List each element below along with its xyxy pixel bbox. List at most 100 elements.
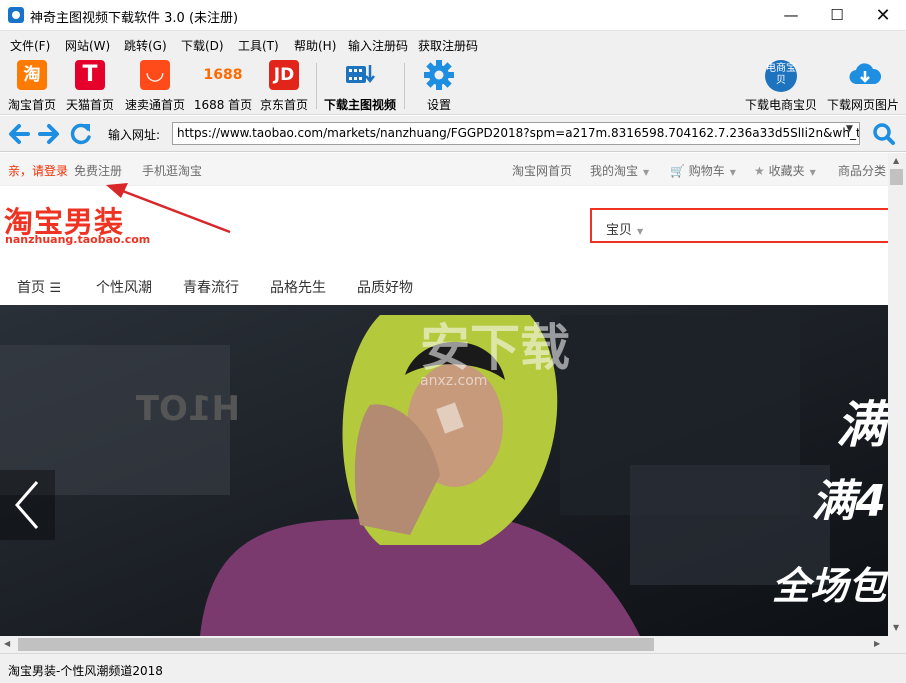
watermark-text: 安下载 bbox=[420, 319, 570, 377]
forward-arrow-icon[interactable] bbox=[36, 120, 62, 148]
download-ecom-label: 下载电商宝贝 bbox=[744, 98, 817, 112]
category-gentleman[interactable]: 品格先生 bbox=[270, 277, 326, 297]
chevron-down-icon: ▼ bbox=[809, 168, 816, 177]
watermark-url: anxz.com bbox=[420, 373, 487, 389]
chevron-down-icon: ▼ bbox=[729, 168, 736, 177]
scroll-up-icon[interactable]: ▲ bbox=[893, 156, 899, 165]
toolbar: 淘 淘宝首页 T 天猫首页 ◡ 速卖通首页 1688 1688 首页 JD 京东… bbox=[0, 57, 906, 115]
taobao-icon: 淘 bbox=[17, 60, 47, 90]
list-icon: ☰ bbox=[49, 281, 62, 296]
jd-home-label: 京东首页 bbox=[259, 98, 308, 112]
ecom-badge-icon: 电商宝贝 bbox=[765, 60, 797, 92]
category-home[interactable]: 首页 ☰ bbox=[17, 277, 61, 297]
menu-enter-code[interactable]: 输入注册码 bbox=[348, 37, 408, 54]
download-images-label: 下载网页图片 bbox=[826, 98, 899, 112]
back-arrow-icon[interactable] bbox=[6, 120, 32, 148]
refresh-icon[interactable] bbox=[68, 120, 94, 148]
login-link[interactable]: 亲，请登录 bbox=[8, 162, 68, 179]
star-icon: ★ bbox=[754, 164, 765, 178]
search-type-label: 宝贝 bbox=[606, 223, 633, 238]
tmall-home-label: 天猫首页 bbox=[65, 98, 114, 112]
menu-download[interactable]: 下载(D) bbox=[181, 37, 224, 54]
favorites-label: 收藏夹 bbox=[768, 164, 805, 178]
promo-line-1: 满 bbox=[836, 396, 886, 454]
banner-prev-button[interactable] bbox=[0, 470, 55, 540]
site-search-box[interactable]: 宝贝 ▼ bbox=[590, 208, 888, 243]
url-label: 输入网址: bbox=[108, 128, 161, 142]
chair-text: H1OT bbox=[135, 389, 240, 429]
menu-file[interactable]: 文件(F) bbox=[10, 37, 50, 54]
category-home-label: 首页 bbox=[17, 280, 45, 296]
my-taobao-label: 我的淘宝 bbox=[590, 164, 639, 178]
address-bar: 输入网址: https://www.taobao.com/markets/nan… bbox=[0, 116, 906, 152]
search-icon[interactable] bbox=[870, 122, 898, 146]
horizontal-scroll-thumb[interactable] bbox=[18, 638, 654, 651]
chevron-down-icon: ▼ bbox=[637, 227, 644, 236]
film-download-icon bbox=[345, 60, 375, 90]
download-video-label: 下载主图视频 bbox=[323, 98, 396, 112]
1688-home-button[interactable]: 1688 1688 首页 bbox=[192, 60, 254, 114]
tmall-icon: T bbox=[75, 60, 105, 90]
scroll-left-icon[interactable]: ◀ bbox=[4, 639, 10, 648]
download-video-button[interactable]: 下载主图视频 bbox=[320, 60, 400, 114]
download-ecom-button[interactable]: 电商宝贝 下载电商宝贝 bbox=[742, 60, 820, 114]
download-images-button[interactable]: 下载网页图片 bbox=[824, 60, 902, 114]
jd-home-button[interactable]: JD 京东首页 bbox=[256, 60, 312, 114]
maximize-button[interactable]: ☐ bbox=[814, 0, 860, 31]
status-text: 淘宝男装-个性风潮频道2018 bbox=[8, 664, 163, 678]
mobile-taobao-link[interactable]: 手机逛淘宝 bbox=[142, 162, 202, 179]
vertical-scrollbar[interactable]: ▲ ▼ bbox=[888, 153, 906, 636]
menu-get-code[interactable]: 获取注册码 bbox=[418, 37, 478, 54]
taobao-home-link[interactable]: 淘宝网首页 bbox=[512, 162, 572, 179]
taobao-home-label: 淘宝首页 bbox=[7, 98, 56, 112]
taobao-home-button[interactable]: 淘 淘宝首页 bbox=[4, 60, 60, 114]
minimize-button[interactable]: — bbox=[768, 0, 814, 31]
url-dropdown-icon[interactable]: ▼ bbox=[846, 124, 853, 134]
url-input[interactable]: https://www.taobao.com/markets/nanzhuang… bbox=[172, 122, 860, 145]
window-title: 神奇主图视频下载软件 3.0 (未注册) bbox=[30, 11, 239, 26]
menu-website[interactable]: 网站(W) bbox=[65, 37, 110, 54]
site-logo-url: nanzhuang.taobao.com bbox=[5, 233, 151, 246]
settings-label: 设置 bbox=[426, 98, 451, 112]
my-taobao-link[interactable]: 我的淘宝 ▼ bbox=[590, 162, 649, 179]
menu-help[interactable]: 帮助(H) bbox=[294, 37, 336, 54]
gear-icon bbox=[424, 60, 454, 90]
cart-label: 购物车 bbox=[688, 164, 725, 178]
app-icon bbox=[8, 7, 24, 23]
menu-bar: 文件(F) 网站(W) 跳转(G) 下载(D) 工具(T) 帮助(H) 输入注册… bbox=[0, 31, 906, 57]
category-personal-trend[interactable]: 个性风潮 bbox=[96, 277, 152, 297]
chevron-down-icon: ▼ bbox=[643, 168, 650, 177]
scroll-right-icon[interactable]: ▶ bbox=[874, 639, 880, 648]
1688-home-label: 1688 首页 bbox=[193, 98, 253, 112]
promo-line-3: 全场包 bbox=[771, 564, 886, 608]
close-button[interactable]: ✕ bbox=[860, 0, 906, 31]
menu-goto[interactable]: 跳转(G) bbox=[124, 37, 167, 54]
vertical-scroll-thumb[interactable] bbox=[890, 169, 903, 185]
aliexpress-home-label: 速卖通首页 bbox=[124, 98, 185, 112]
toolbar-separator bbox=[404, 63, 405, 109]
scroll-down-icon[interactable]: ▼ bbox=[893, 623, 899, 632]
category-nav: 首页 ☰ 个性风潮 青春流行 品格先生 品质好物 bbox=[0, 271, 888, 305]
register-link[interactable]: 免费注册 bbox=[74, 162, 122, 179]
tmall-home-button[interactable]: T 天猫首页 bbox=[62, 60, 118, 114]
site-top-nav: 亲，请登录 免费注册 手机逛淘宝 淘宝网首页 我的淘宝 ▼ 🛒 购物车 ▼ ★ 收藏… bbox=[0, 153, 888, 186]
cart-icon: 🛒 bbox=[670, 164, 685, 178]
categories-link[interactable]: 商品分类 bbox=[838, 162, 886, 179]
aliexpress-icon: ◡ bbox=[140, 60, 170, 90]
menu-tools[interactable]: 工具(T) bbox=[238, 37, 279, 54]
favorites-link[interactable]: ★ 收藏夹 ▼ bbox=[754, 162, 816, 179]
category-youth-fashion[interactable]: 青春流行 bbox=[183, 277, 239, 297]
chevron-left-icon bbox=[15, 481, 39, 529]
banner-photo: H1OT 安下载 anxz.com bbox=[0, 305, 888, 636]
promo-line-2: 满4 bbox=[811, 476, 886, 527]
cart-link[interactable]: 🛒 购物车 ▼ bbox=[670, 162, 736, 179]
settings-button[interactable]: 设置 bbox=[414, 60, 464, 114]
horizontal-scrollbar[interactable]: ◀ ▶ bbox=[0, 636, 888, 653]
category-quality-goods[interactable]: 品质好物 bbox=[357, 277, 413, 297]
aliexpress-home-button[interactable]: ◡ 速卖通首页 bbox=[122, 60, 188, 114]
search-type-select[interactable]: 宝贝 ▼ bbox=[606, 219, 643, 238]
title-bar: 神奇主图视频下载软件 3.0 (未注册) — ☐ ✕ bbox=[0, 0, 906, 31]
hero-banner[interactable]: H1OT 安下载 anxz.com 满 满4 全场包 bbox=[0, 305, 888, 636]
web-view: 亲，请登录 免费注册 手机逛淘宝 淘宝网首页 我的淘宝 ▼ 🛒 购物车 ▼ ★ 收藏… bbox=[0, 153, 888, 636]
1688-icon: 1688 bbox=[203, 67, 243, 83]
